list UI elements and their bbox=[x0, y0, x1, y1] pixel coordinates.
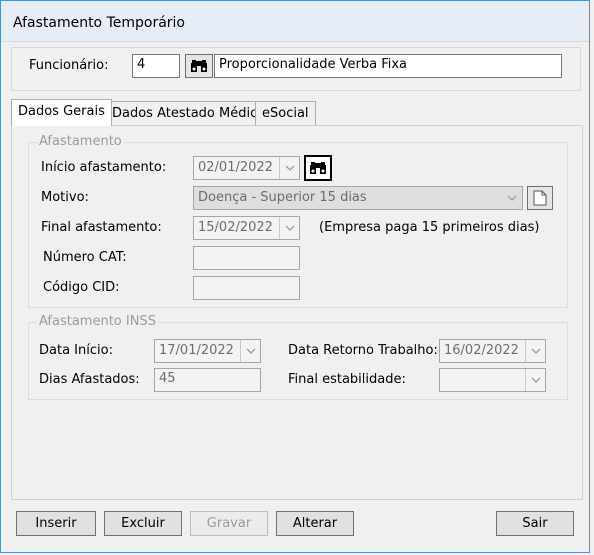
data-retorno-label: Data Retorno Trabalho: bbox=[288, 343, 438, 358]
window-title: Afastamento Temporário bbox=[13, 15, 185, 31]
final-afastamento-note: (Empresa paga 15 primeiros dias) bbox=[319, 220, 540, 235]
inicio-afastamento-value: 02/01/2022 bbox=[198, 160, 273, 175]
tab-dados-atestado-medico[interactable]: Dados Atestado Médico bbox=[105, 101, 273, 125]
numero-cat-input[interactable] bbox=[193, 246, 300, 270]
numero-cat-label: Número CAT: bbox=[43, 250, 127, 265]
dias-afastados-input[interactable]: 45 bbox=[154, 368, 261, 392]
chevron-down-icon[interactable] bbox=[279, 217, 299, 239]
motivo-doc-button[interactable] bbox=[527, 186, 553, 210]
inicio-search-button[interactable] bbox=[304, 155, 332, 181]
final-estabilidade-picker[interactable] bbox=[439, 368, 546, 392]
tab-panel: Afastamento Início afastamento: 02/01/20… bbox=[11, 125, 583, 500]
chevron-down-icon[interactable] bbox=[525, 340, 545, 362]
codigo-cid-label: Código CID: bbox=[43, 280, 120, 295]
inicio-afastamento-picker[interactable]: 02/01/2022 bbox=[193, 156, 300, 180]
document-icon bbox=[533, 190, 547, 206]
data-inicio-picker[interactable]: 17/01/2022 bbox=[154, 339, 261, 363]
codigo-cid-input[interactable] bbox=[193, 276, 300, 300]
funcionario-name-input[interactable]: Proporcionalidade Verba Fixa bbox=[214, 54, 562, 78]
excluir-button[interactable]: Excluir bbox=[104, 511, 182, 536]
motivo-label: Motivo: bbox=[41, 190, 89, 205]
inserir-button[interactable]: Inserir bbox=[16, 511, 96, 536]
chevron-down-icon[interactable] bbox=[502, 187, 522, 209]
data-retorno-value: 16/02/2022 bbox=[444, 343, 519, 358]
funcionario-box: Funcionário: 4 Proporcionalidade Verba F… bbox=[11, 47, 581, 91]
funcionario-code-input[interactable]: 4 bbox=[132, 54, 180, 78]
afastamento-group-title: Afastamento bbox=[37, 134, 124, 149]
dias-afastados-label: Dias Afastados: bbox=[39, 372, 140, 387]
tab-esocial[interactable]: eSocial bbox=[255, 101, 316, 125]
sair-button[interactable]: Sair bbox=[496, 511, 574, 536]
final-afastamento-value: 15/02/2022 bbox=[198, 220, 273, 235]
afastamento-inss-group: Afastamento INSS Data Início: 17/01/2022… bbox=[28, 314, 568, 400]
tab-dados-gerais[interactable]: Dados Gerais bbox=[11, 99, 112, 126]
funcionario-search-button[interactable] bbox=[185, 54, 213, 78]
data-retorno-picker[interactable]: 16/02/2022 bbox=[439, 339, 546, 363]
data-inicio-label: Data Início: bbox=[39, 343, 113, 358]
final-afastamento-label: Final afastamento: bbox=[41, 220, 162, 235]
afastamento-inss-group-title: Afastamento INSS bbox=[37, 314, 158, 329]
chevron-down-icon[interactable] bbox=[525, 369, 545, 391]
inicio-afastamento-label: Início afastamento: bbox=[41, 160, 167, 175]
chevron-down-icon[interactable] bbox=[240, 340, 260, 362]
title-bar[interactable]: Afastamento Temporário bbox=[1, 1, 589, 42]
final-estabilidade-label: Final estabilidade: bbox=[288, 372, 406, 387]
afastamento-group: Afastamento Início afastamento: 02/01/20… bbox=[28, 134, 568, 308]
data-inicio-value: 17/01/2022 bbox=[159, 343, 234, 358]
binoculars-icon bbox=[191, 60, 207, 72]
dialog-window: Afastamento Temporário Funcionário: 4 Pr… bbox=[0, 0, 590, 553]
motivo-select[interactable]: Doença - Superior 15 dias bbox=[193, 186, 523, 210]
alterar-button[interactable]: Alterar bbox=[276, 511, 354, 536]
binoculars-icon bbox=[310, 162, 326, 174]
chevron-down-icon[interactable] bbox=[279, 157, 299, 179]
motivo-value: Doença - Superior 15 dias bbox=[198, 190, 367, 205]
funcionario-label: Funcionário: bbox=[29, 58, 109, 73]
gravar-button[interactable]: Gravar bbox=[190, 511, 268, 536]
final-afastamento-picker[interactable]: 15/02/2022 bbox=[193, 216, 300, 240]
